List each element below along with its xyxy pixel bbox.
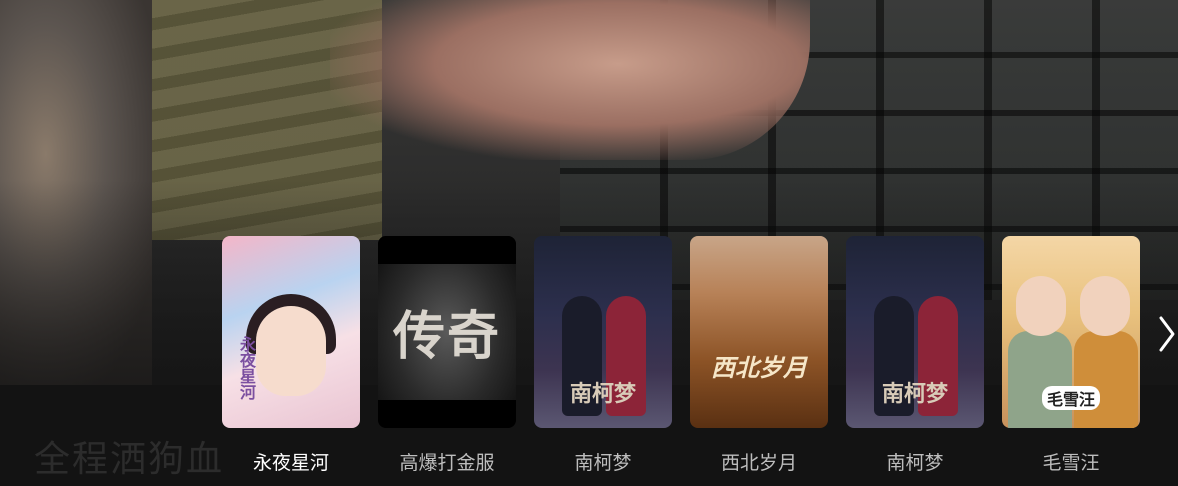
hero-title: 全程洒狗血	[34, 439, 225, 480]
poster-card[interactable]: 南柯梦 南柯梦	[846, 236, 984, 474]
hero-hand	[330, 0, 810, 160]
poster-image: 西北岁月	[690, 236, 828, 428]
chevron-right-icon[interactable]	[1155, 312, 1178, 356]
poster-image: 南柯梦	[534, 236, 672, 428]
poster-image: 毛雪汪	[1002, 236, 1140, 428]
poster-title: 西北岁月	[720, 452, 797, 474]
poster-carousel: 永夜星河 永夜星河 传奇 高爆打金服 南柯梦 南柯梦 西北岁月 西北岁月 南柯梦	[222, 236, 1140, 486]
poster-image: 传奇	[378, 236, 516, 428]
poster-title: 南柯梦	[574, 452, 632, 474]
poster-title: 高爆打金服	[399, 452, 495, 474]
poster-image: 南柯梦	[846, 236, 984, 428]
poster-card[interactable]: 西北岁月 西北岁月	[690, 236, 828, 474]
poster-title-art: 传奇	[392, 306, 501, 367]
poster-title-art: 南柯梦	[569, 381, 636, 407]
poster-title-art: 南柯梦	[881, 381, 948, 407]
poster-card[interactable]: 永夜星河 永夜星河	[222, 236, 360, 474]
poster-title: 永夜星河	[252, 452, 329, 474]
poster-card[interactable]: 毛雪汪 毛雪汪	[1002, 236, 1140, 474]
poster-card[interactable]: 传奇 高爆打金服	[378, 236, 516, 474]
poster-title-art: 毛雪汪	[1042, 386, 1100, 410]
poster-image: 永夜星河	[222, 236, 360, 428]
poster-title: 毛雪汪	[1042, 452, 1100, 474]
poster-card[interactable]: 南柯梦 南柯梦	[534, 236, 672, 474]
poster-title-art: 永夜星河	[237, 336, 256, 400]
poster-title: 南柯梦	[886, 452, 944, 474]
poster-title-art: 西北岁月	[711, 353, 807, 382]
